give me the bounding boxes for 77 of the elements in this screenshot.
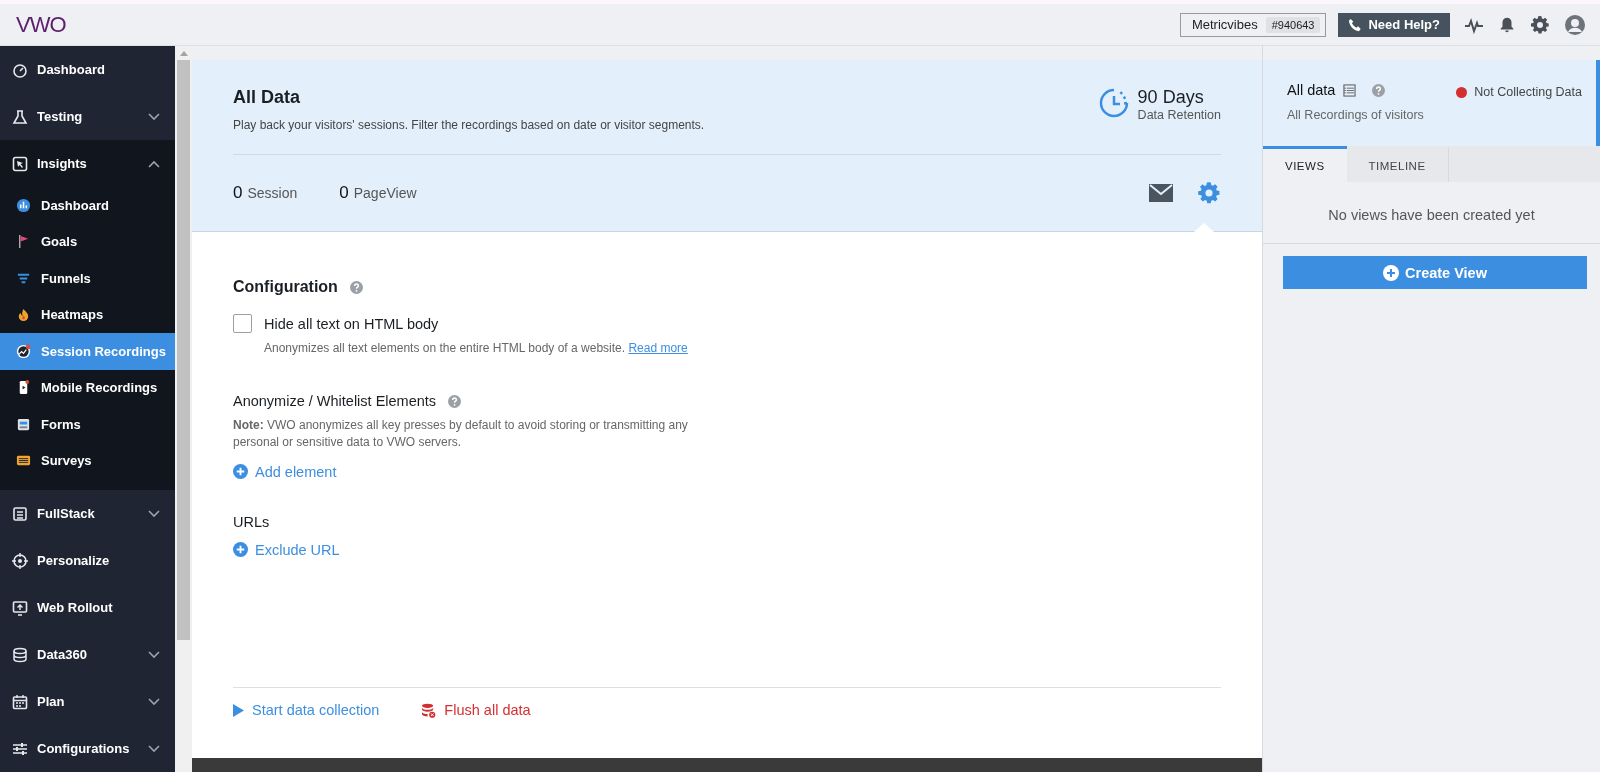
page-title: All Data (233, 87, 302, 108)
user-avatar-icon[interactable] (1564, 13, 1586, 36)
tab[interactable]: VIEWS (1263, 146, 1347, 182)
plus-circle-icon (233, 464, 248, 480)
sidebar-item[interactable]: Plan (0, 678, 175, 725)
crosshair-icon (12, 552, 28, 569)
retention-value: 90 Days (1137, 87, 1205, 108)
checkbox-label: Hide all text on HTML body (264, 315, 439, 332)
segment-title: All data (1287, 82, 1336, 98)
phone-icon (1348, 17, 1363, 32)
cursor-square-icon (12, 155, 28, 172)
bell-icon[interactable] (1498, 15, 1516, 34)
sidebar-item[interactable]: Testing (0, 93, 175, 140)
flag-icon (16, 234, 31, 250)
help-icon[interactable] (448, 394, 462, 408)
retention-label: Data Retention (1137, 108, 1221, 122)
document-list-icon (12, 505, 28, 522)
read-more-link[interactable]: Read more (628, 341, 688, 355)
settings-icon[interactable] (1530, 14, 1550, 35)
sidebar-item[interactable]: Personalize (0, 537, 175, 584)
checkbox[interactable] (233, 314, 252, 333)
sidebar-item[interactable]: Web Rollout (0, 584, 175, 631)
bar-chart-icon (16, 197, 31, 213)
mail-icon[interactable] (1149, 184, 1173, 202)
help-icon[interactable] (1372, 83, 1386, 97)
sliders-icon (12, 740, 28, 757)
form-icon (16, 416, 31, 432)
sidebar-subitem[interactable]: Goals (0, 223, 175, 260)
sidebar-subitem[interactable]: Forms (0, 406, 175, 443)
exclude-url-link[interactable]: Exclude URL (233, 541, 340, 558)
plus-circle-icon (233, 542, 248, 558)
sidebar-item[interactable]: Data360 (0, 631, 175, 678)
status-label: Not Collecting Data (1474, 85, 1582, 99)
option-description: Anonymizes all text elements on the entire HTML body of a website. Read more (264, 341, 689, 355)
stat-label: Session (247, 185, 298, 201)
help-icon[interactable] (349, 280, 363, 294)
sidebar-subitem[interactable]: Surveys (0, 442, 175, 479)
section-title: Anonymize / Whitelist Elements (233, 393, 437, 409)
gauge-icon (12, 61, 28, 78)
stat-value: 0 (339, 183, 349, 203)
sidebar-item[interactable]: Configurations (0, 725, 175, 772)
pointer-notch (1194, 223, 1214, 232)
page-description: Play back your visitors' sessions. Filter the recordings based on date or visitor segments. (233, 118, 705, 132)
plus-circle-icon (1383, 264, 1399, 281)
database-delete-icon (421, 702, 437, 718)
start-collection-link[interactable]: Start data collection (233, 702, 380, 718)
account-name: Metricvibes (1191, 17, 1258, 32)
recording-play-icon (16, 343, 31, 359)
sidebar-subitem[interactable]: Dashboard (0, 187, 175, 224)
note-text: Note: VWO anonymizes all key presses by default to avoid storing or transmitting any personal or sensitive data to VWO servers. (233, 417, 689, 452)
sidebar-subitem[interactable]: Funnels (0, 260, 175, 297)
play-icon (233, 703, 244, 717)
account-selector[interactable]: Metricvibes #940643 (1179, 12, 1327, 37)
sidebar-item[interactable]: FullStack (0, 490, 175, 537)
monitor-upload-icon (12, 599, 28, 616)
calendar-icon (12, 693, 28, 710)
flame-icon (16, 307, 31, 323)
section-title: Configuration (233, 278, 338, 296)
account-id: #940643 (1265, 16, 1321, 33)
flask-icon (12, 108, 28, 125)
sidebar-item[interactable]: Insights (0, 140, 175, 187)
need-help-button[interactable]: Need Help? (1338, 12, 1450, 37)
flush-data-link[interactable]: Flush all data (421, 702, 531, 718)
stat-label: PageView (353, 185, 417, 201)
empty-state-message: No views have been created yet (1263, 182, 1600, 244)
section-title: URLs (233, 513, 270, 530)
vwo-logo[interactable]: VWO (16, 11, 66, 38)
database-icon (12, 646, 28, 663)
list-icon[interactable] (1343, 83, 1357, 97)
add-element-link[interactable]: Add element (233, 463, 337, 480)
sidebar-subitem[interactable]: Heatmaps (0, 296, 175, 333)
sidebar-item[interactable]: Dashboard (0, 46, 175, 93)
segment-subtitle: All Recordings of visitors (1287, 108, 1424, 122)
scrollbar-thumb[interactable] (177, 60, 190, 640)
clock-history-icon (1097, 87, 1130, 119)
stat-value: 0 (233, 183, 243, 203)
sidebar-subitem[interactable]: Mobile Recordings (0, 369, 175, 406)
